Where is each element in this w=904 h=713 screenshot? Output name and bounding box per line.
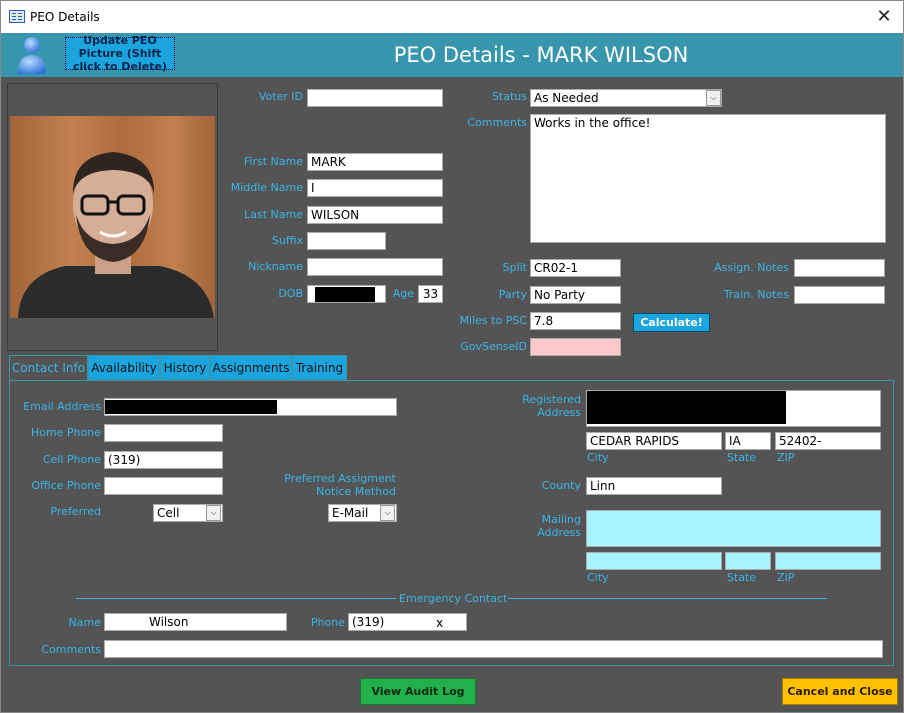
tab-contact-info[interactable]: Contact Info	[9, 355, 88, 380]
dropdown-arrow-icon[interactable]: ⌵	[706, 90, 721, 106]
first-name-field[interactable]: MARK	[307, 153, 443, 171]
mailing-address-label: Mailing Address	[537, 513, 581, 539]
cancel-and-close-button[interactable]: Cancel and Close	[782, 678, 898, 705]
voter-id-field[interactable]	[307, 89, 443, 107]
peo-details-window: PEO Details ✕ Update PEO Picture (Shift …	[0, 0, 904, 713]
tab-assignments[interactable]: Assignments	[210, 355, 292, 380]
emergency-name-label: Name	[68, 616, 101, 629]
home-phone-label: Home Phone	[30, 426, 101, 439]
middle-name-field[interactable]: I	[307, 179, 443, 197]
status-label: Status	[491, 90, 527, 103]
redaction-bar	[105, 400, 277, 414]
notice-method-label: Preferred Assigment Notice Method	[284, 472, 396, 498]
person-icon	[18, 37, 46, 74]
email-label: Email Address	[23, 400, 101, 413]
assign-notes-label: Assign. Notes	[714, 261, 789, 274]
middle-name-label: Middle Name	[230, 181, 303, 194]
first-name-label: First Name	[243, 155, 303, 168]
divider	[508, 598, 827, 599]
emergency-phone-field[interactable]: (319)	[348, 613, 467, 631]
age-field: 33	[418, 285, 443, 303]
miles-to-psc-label: Miles to PSC	[459, 314, 527, 327]
zip-sublabel: ZIP	[777, 451, 795, 464]
form-header: Update PEO Picture (Shift click to Delet…	[1, 33, 903, 77]
emergency-name-field[interactable]: Wilson	[104, 613, 287, 631]
preferred-label: Preferred	[50, 505, 102, 518]
split-label: Split	[502, 261, 527, 274]
dropdown-arrow-icon[interactable]: ⌵	[380, 505, 395, 521]
view-audit-log-button[interactable]: View Audit Log	[360, 678, 476, 705]
state-sublabel: State	[727, 571, 757, 584]
mailing-state-field[interactable]	[725, 552, 771, 570]
comments-textarea[interactable]: Works in the office!	[530, 114, 886, 243]
split-field[interactable]: CR02-1	[530, 259, 621, 277]
suffix-label: Suffix	[271, 234, 303, 247]
assign-notes-field[interactable]	[794, 259, 885, 277]
party-field[interactable]: No Party	[530, 286, 621, 304]
train-notes-field[interactable]	[794, 286, 885, 304]
voter-id-label: Voter ID	[258, 90, 303, 103]
train-notes-label: Train. Notes	[723, 288, 789, 301]
party-label: Party	[498, 288, 527, 301]
portrait-image	[10, 116, 215, 318]
mailing-zip-field[interactable]	[775, 552, 881, 570]
mailing-address-field[interactable]	[586, 510, 881, 547]
registered-address-label: Registered Address	[522, 393, 581, 419]
city-sublabel: City	[587, 451, 609, 464]
emergency-comments-label: Comments	[41, 643, 101, 656]
registered-state-field[interactable]: IA	[725, 432, 771, 450]
dob-label: DOB	[278, 287, 303, 300]
mailing-city-field[interactable]	[586, 552, 722, 570]
status-select[interactable]: As Needed	[530, 89, 722, 107]
age-label: Age	[392, 287, 414, 300]
window-title: PEO Details	[30, 10, 100, 24]
redaction-bar	[587, 391, 786, 424]
divider	[76, 598, 396, 599]
zip-sublabel: ZIP	[777, 571, 795, 584]
govsense-id-label: GovSenseID	[460, 340, 527, 353]
suffix-field[interactable]	[307, 232, 386, 250]
comments-label: Comments	[467, 116, 527, 129]
city-sublabel: City	[587, 571, 609, 584]
last-name-label: Last Name	[244, 208, 303, 221]
tab-training[interactable]: Training	[292, 355, 347, 380]
calculate-button[interactable]: Calculate!	[633, 313, 710, 332]
tab-availability[interactable]: Availability	[88, 355, 160, 380]
county-field[interactable]: Linn	[586, 477, 722, 495]
emergency-contact-heading: Emergency Contact	[399, 592, 508, 605]
tab-history[interactable]: History	[160, 355, 210, 380]
office-phone-field[interactable]	[104, 477, 223, 495]
update-picture-button[interactable]: Update PEO Picture (Shift click to Delet…	[65, 34, 175, 73]
dropdown-arrow-icon[interactable]: ⌵	[206, 505, 221, 521]
redaction-bar	[315, 287, 375, 302]
nickname-field[interactable]	[307, 258, 443, 276]
photo-frame	[7, 83, 218, 351]
peo-photo[interactable]	[10, 116, 215, 318]
cell-phone-field[interactable]: (319)	[104, 451, 223, 469]
registered-city-field[interactable]: CEDAR RAPIDS	[586, 432, 722, 450]
nickname-label: Nickname	[248, 260, 303, 273]
county-label: County	[541, 479, 581, 492]
close-icon[interactable]: ✕	[871, 5, 897, 29]
cell-phone-label: Cell Phone	[42, 453, 101, 466]
home-phone-field[interactable]	[104, 424, 223, 442]
form-icon	[9, 10, 25, 23]
state-sublabel: State	[727, 451, 757, 464]
emergency-phone-label: Phone	[310, 616, 345, 629]
title-bar: PEO Details ✕	[1, 1, 903, 33]
last-name-field[interactable]: WILSON	[307, 206, 443, 224]
office-phone-label: Office Phone	[31, 479, 101, 492]
registered-zip-field[interactable]: 52402-	[775, 432, 881, 450]
govsense-id-field[interactable]	[530, 338, 621, 356]
emergency-comments-field[interactable]	[104, 640, 883, 658]
page-title: PEO Details - MARK WILSON	[393, 43, 689, 67]
miles-to-psc-field[interactable]: 7.8	[530, 312, 621, 330]
emergency-phone-ext: x	[436, 616, 444, 630]
